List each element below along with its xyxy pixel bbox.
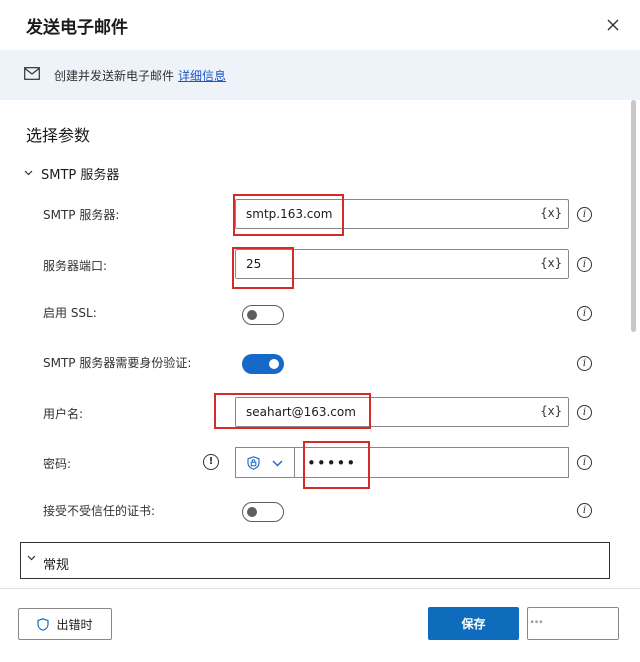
- username-label: 用户名:: [43, 407, 84, 421]
- untrusted-cert-label: 接受不受信任的证书:: [43, 504, 156, 518]
- toggle-knob: [247, 507, 257, 517]
- server-port-variable-button[interactable]: {x}: [540, 256, 562, 270]
- save-button[interactable]: 保存: [428, 607, 519, 640]
- server-port-label: 服务器端口:: [43, 259, 108, 273]
- info-description: 创建并发送新电子邮件 详细信息: [54, 67, 226, 84]
- title-bar: 发送电子邮件: [0, 0, 640, 50]
- info-icon[interactable]: i: [577, 257, 592, 272]
- server-port-value: 25: [246, 257, 262, 271]
- password-input[interactable]: •••••: [294, 447, 569, 478]
- username-input[interactable]: seahart@163.com {x}: [235, 397, 569, 427]
- info-icon[interactable]: i: [577, 356, 592, 371]
- smtp-server-value: smtp.163.com: [246, 207, 333, 221]
- info-icon[interactable]: i: [577, 455, 592, 470]
- chevron-down-icon: [272, 460, 283, 467]
- chevron-down-icon: [27, 555, 36, 561]
- server-port-input[interactable]: 25 {x}: [235, 249, 569, 279]
- username-value: seahart@163.com: [246, 405, 356, 419]
- smtp-server-label: SMTP 服务器:: [43, 208, 120, 222]
- info-bar: 创建并发送新电子邮件 详细信息: [0, 50, 640, 100]
- close-button[interactable]: [600, 12, 626, 38]
- toggle-knob: [247, 310, 257, 320]
- untrusted-cert-toggle[interactable]: [242, 502, 284, 522]
- info-icon[interactable]: i: [577, 207, 592, 222]
- footer-divider: [0, 588, 640, 589]
- smtp-group-header[interactable]: SMTP 服务器: [24, 163, 119, 183]
- smtp-group-label: SMTP 服务器: [41, 167, 120, 183]
- mail-icon: [24, 67, 40, 80]
- watermark: …: [530, 612, 544, 627]
- send-email-dialog: 发送电子邮件 创建并发送新电子邮件 详细信息 选择参数 SMTP 服务器 SMTP…: [0, 0, 640, 662]
- smtp-server-input[interactable]: smtp.163.com {x}: [235, 199, 569, 229]
- ssl-label: 启用 SSL:: [43, 306, 97, 320]
- shield-icon: [37, 617, 50, 631]
- section-title: 选择参数: [26, 126, 91, 145]
- info-icon[interactable]: i: [577, 306, 592, 321]
- details-link[interactable]: 详细信息: [178, 69, 226, 83]
- info-text: 创建并发送新电子邮件: [54, 69, 175, 83]
- info-icon[interactable]: i: [577, 503, 592, 518]
- scrollbar-thumb[interactable]: [631, 100, 636, 332]
- warning-icon[interactable]: !: [203, 454, 219, 470]
- toggle-knob: [269, 359, 279, 369]
- chevron-down-icon: [24, 170, 33, 176]
- dialog-title: 发送电子邮件: [26, 18, 128, 38]
- general-group-header[interactable]: 常规: [20, 542, 610, 579]
- auth-toggle[interactable]: [242, 354, 284, 374]
- on-error-label: 出错时: [56, 617, 93, 632]
- ssl-toggle[interactable]: [242, 305, 284, 325]
- on-error-button[interactable]: 出错时: [18, 608, 112, 640]
- close-icon: [607, 19, 619, 31]
- smtp-server-variable-button[interactable]: {x}: [540, 206, 562, 220]
- password-value: •••••: [307, 454, 357, 472]
- auth-required-label: SMTP 服务器需要身份验证:: [43, 356, 192, 370]
- password-type-dropdown[interactable]: [235, 447, 294, 478]
- password-label: 密码:: [43, 457, 72, 471]
- username-variable-button[interactable]: {x}: [540, 404, 562, 418]
- general-group-label: 常规: [43, 558, 70, 573]
- shield-lock-icon: [247, 456, 260, 470]
- info-icon[interactable]: i: [577, 405, 592, 420]
